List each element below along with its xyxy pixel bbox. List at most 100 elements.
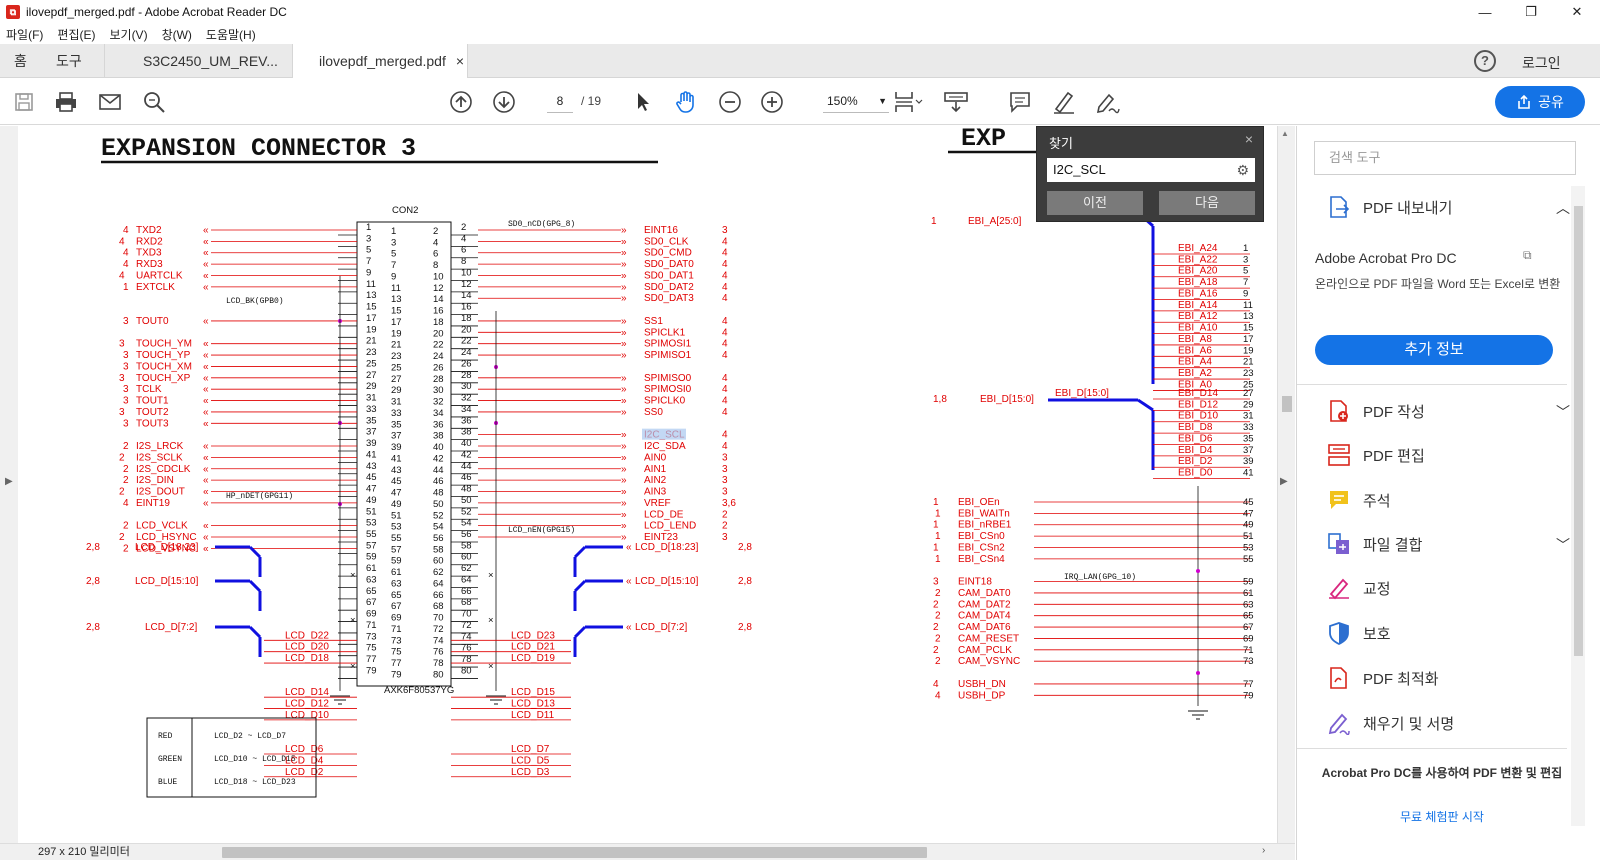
pin-number-outer: 23: [366, 347, 377, 358]
read-mode-icon[interactable]: [942, 88, 970, 116]
ebi-d-name: EBI_D6: [1178, 433, 1213, 444]
edit-pdf-item[interactable]: PDF 편집: [1327, 440, 1425, 470]
select-cursor-icon[interactable]: [629, 88, 657, 116]
left-signal-name: TCLK: [136, 384, 162, 395]
help-icon[interactable]: ?: [1474, 50, 1496, 72]
left-signal-name: I2S_LRCK: [136, 441, 184, 452]
highlight-pen-icon[interactable]: [1050, 88, 1078, 116]
find-next-button[interactable]: 다음: [1159, 191, 1255, 215]
menu-help[interactable]: 도움말(H): [206, 26, 256, 43]
tab-home[interactable]: 홈: [14, 44, 27, 78]
proofread-item[interactable]: 교정: [1327, 573, 1391, 603]
pin-number-outer: 29: [366, 381, 377, 392]
search-icon[interactable]: [140, 88, 168, 116]
chevron-down-icon[interactable]: ﹀: [1556, 535, 1570, 555]
pin-number-outer: 75: [366, 643, 377, 654]
free-trial-link[interactable]: 무료 체험판 시작: [1297, 808, 1587, 825]
menu-edit[interactable]: 편집(E): [57, 26, 95, 43]
page-number-input[interactable]: 8: [547, 89, 573, 113]
horizontal-scroll-thumb[interactable]: [222, 847, 927, 858]
create-pdf-item[interactable]: PDF 작성: [1327, 396, 1425, 426]
tab-close-icon[interactable]: ×: [456, 53, 464, 69]
find-close-icon[interactable]: ×: [1245, 131, 1253, 147]
tab-document-merged[interactable]: ilovepdf_merged.pdf ×: [292, 44, 468, 78]
menu-file[interactable]: 파일(F): [6, 26, 43, 43]
right-signal-ref: 1: [933, 520, 939, 531]
right-signal-pin: 47: [1243, 508, 1254, 519]
fill-sign-item[interactable]: 채우기 및 서명: [1327, 708, 1454, 738]
gear-icon[interactable]: ⚙: [1236, 162, 1249, 179]
tools-search-input[interactable]: 검색 도구: [1314, 141, 1576, 175]
chevron-up-icon[interactable]: ︿: [1556, 198, 1570, 218]
ebi-d-pin: 37: [1243, 445, 1254, 456]
left-signal-ref: 2: [119, 532, 125, 543]
page-fit-icon[interactable]: [890, 88, 926, 116]
pin-number: 51: [391, 510, 402, 521]
copy-icon[interactable]: ⧉: [1523, 248, 1532, 263]
pin-number-outer: 4: [461, 233, 466, 244]
left-signal-ref: 4: [123, 248, 129, 259]
pin-number-outer: 33: [366, 404, 377, 415]
scroll-thumb[interactable]: [1282, 396, 1292, 412]
pin-number-outer: 73: [366, 631, 377, 642]
pin-number-outer: 67: [366, 597, 377, 608]
print-icon[interactable]: [52, 88, 80, 116]
find-input[interactable]: I2C_SCL: [1047, 158, 1255, 182]
share-button[interactable]: 공유: [1495, 86, 1585, 118]
combine-files-icon: [1327, 532, 1351, 556]
zoom-out-icon[interactable]: [716, 88, 744, 116]
chevron-down-icon[interactable]: ﹀: [1556, 402, 1570, 422]
pin-number: 2: [433, 226, 438, 237]
zoom-in-icon[interactable]: [758, 88, 786, 116]
export-pdf-item[interactable]: PDF 내보내기: [1327, 192, 1452, 222]
restore-button[interactable]: ❐: [1508, 0, 1554, 24]
tab-tools[interactable]: 도구: [56, 44, 82, 78]
bus-left-name: LCD_D[7:2]: [145, 622, 197, 633]
optimize-pdf-item[interactable]: PDF 최적화: [1327, 663, 1439, 693]
status-bar: 297 x 210 밀리미터 ›: [0, 843, 1295, 860]
sign-pen-icon[interactable]: [1094, 88, 1122, 116]
save-icon[interactable]: [10, 88, 38, 116]
more-info-button[interactable]: 추가 정보: [1315, 335, 1553, 365]
hand-tool-icon[interactable]: [672, 88, 700, 116]
left-signal-port: «: [203, 498, 209, 509]
pin-number-outer: 6: [461, 245, 466, 256]
right-signal-pin: 69: [1243, 633, 1254, 644]
pin-number-outer: 12: [461, 279, 472, 290]
bus-left-ref: 2,8: [86, 622, 100, 633]
scroll-up-icon[interactable]: ▲: [1281, 129, 1289, 138]
scroll-right-icon[interactable]: ›: [1262, 845, 1265, 856]
ebi-a-name: EBI_A10: [1178, 323, 1218, 334]
right-signal-port: »: [621, 327, 627, 338]
next-page-icon[interactable]: [490, 88, 518, 116]
expand-right-icon[interactable]: ▶: [1280, 476, 1288, 487]
pin-number-outer: 43: [366, 461, 377, 472]
bus-right-port: «: [626, 622, 632, 633]
right-signal-port: »: [621, 487, 627, 498]
login-button[interactable]: 로그인: [1522, 53, 1561, 73]
tools-pane-scroll-thumb[interactable]: [1574, 206, 1583, 656]
comment-item[interactable]: 주석: [1327, 485, 1391, 515]
vertical-scrollbar[interactable]: ▲ ▶: [1277, 126, 1295, 843]
expand-left-icon[interactable]: ▶: [5, 476, 13, 487]
menu-view[interactable]: 보기(V): [109, 26, 147, 43]
pin-number: 9: [391, 271, 396, 282]
minimize-button[interactable]: —: [1462, 0, 1508, 24]
comment-icon[interactable]: [1006, 88, 1034, 116]
lcd-right-name: LCD_D23: [511, 630, 555, 641]
find-previous-button[interactable]: 이전: [1047, 191, 1143, 215]
left-collapse-rail[interactable]: ▶: [0, 126, 18, 843]
email-icon[interactable]: [96, 88, 124, 116]
menu-window[interactable]: 창(W): [162, 26, 192, 43]
right-signal-name: SPIMOSI0: [644, 384, 692, 395]
pin-number: 57: [391, 544, 402, 555]
previous-page-icon[interactable]: [447, 88, 475, 116]
combine-files-item[interactable]: 파일 결합: [1327, 529, 1422, 559]
pin-number-outer: 59: [366, 552, 377, 563]
schematic-title: EXPANSION CONNECTOR 3: [101, 134, 416, 163]
document-viewport[interactable]: EXPANSION CONNECTOR 3 EXP C CON2AXK6F805…: [0, 126, 1295, 843]
zoom-select[interactable]: 150% ▼: [823, 89, 889, 113]
close-window-button[interactable]: ✕: [1554, 0, 1600, 24]
protect-item[interactable]: 보호: [1327, 618, 1391, 648]
tab-document-s3c2450[interactable]: S3C2450_UM_REV...: [104, 44, 292, 78]
